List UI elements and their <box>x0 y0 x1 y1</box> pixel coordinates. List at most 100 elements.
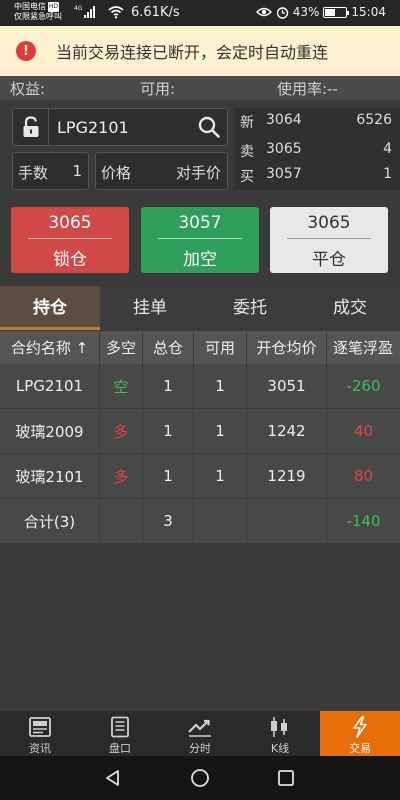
symbol-selector[interactable]: LPG2101 <box>12 108 228 146</box>
header-float-pnl[interactable]: 逐笔浮盈 <box>327 331 400 364</box>
status-bar: 中国电信 HD 仅限紧急呼叫 4G 6.61K/s 43% 15:04 <box>0 0 400 26</box>
news-icon <box>29 717 51 737</box>
table-row[interactable]: 玻璃2009 多 1 1 1242 40 <box>0 409 400 454</box>
button-label: 锁仓 <box>53 250 87 270</box>
alert-message: 当前交易连接已断开，会定时自动重连 <box>56 43 329 62</box>
battery-icon <box>323 6 350 18</box>
alarm-icon <box>276 6 288 19</box>
float-pnl: 40 <box>353 422 374 440</box>
quantity-label: 手数 <box>18 164 49 182</box>
total-qty: 1 <box>143 409 194 453</box>
nav-kline[interactable]: K线 <box>240 711 320 756</box>
header-contract-name[interactable]: 合约名称 ↑ <box>0 331 100 364</box>
available-qty: 1 <box>194 454 247 498</box>
wifi-icon <box>108 6 124 19</box>
button-price: 3057 <box>178 213 222 233</box>
quantity-value[interactable]: 1 <box>72 162 82 180</box>
total-qty-sum: 3 <box>143 499 194 543</box>
last-price-row: 新 3064 6526 <box>240 112 392 134</box>
system-nav-bar <box>0 756 400 800</box>
available-label: 可用: <box>140 80 176 98</box>
eye-comfort-icon <box>255 7 272 17</box>
error-icon: ! <box>16 41 36 61</box>
candlestick-icon <box>271 717 287 737</box>
unlock-icon <box>23 116 38 137</box>
total-qty: 1 <box>143 364 194 408</box>
tab-positions[interactable]: 持仓 <box>0 286 100 330</box>
signal-icon: 4G <box>74 6 96 18</box>
nav-label: 盘口 <box>109 742 131 755</box>
tab-orders[interactable]: 委托 <box>200 286 300 330</box>
contract-name: LPG2101 <box>0 364 100 408</box>
recents-icon[interactable] <box>277 769 295 787</box>
bottom-nav: 资讯 盘口 分时 K线 交易 <box>0 711 400 756</box>
price-type-value[interactable]: 对手价 <box>176 162 221 183</box>
nav-news[interactable]: 资讯 <box>0 711 80 756</box>
quote-label: 买 <box>240 169 254 185</box>
lightning-icon <box>353 716 367 738</box>
usage-rate-label: 使用率:-- <box>277 80 338 98</box>
close-position-button[interactable]: 3065 平仓 <box>270 207 388 273</box>
button-label: 平仓 <box>312 250 346 270</box>
nav-order-book[interactable]: 盘口 <box>80 711 160 756</box>
emergency-only-text: 仅限紧急呼叫 <box>14 12 62 21</box>
quote-volume: 1 <box>383 166 392 182</box>
nav-trade[interactable]: 交易 <box>320 711 400 756</box>
button-label: 加空 <box>183 250 217 270</box>
table-row[interactable]: 玻璃2101 多 1 1 1219 80 <box>0 454 400 499</box>
disconnect-alert[interactable]: ! 当前交易连接已断开，会定时自动重连 <box>0 26 400 76</box>
header-avg-price[interactable]: 开仓均价 <box>247 331 327 364</box>
header-total[interactable]: 总仓 <box>143 331 194 364</box>
direction: 多 <box>100 454 143 498</box>
network-speed: 6.61K/s <box>131 5 180 20</box>
quote-panel: 新 3064 6526 卖 3065 4 买 3057 1 <box>234 108 400 190</box>
quote-price: 3064 <box>266 112 302 128</box>
header-available[interactable]: 可用 <box>194 331 247 364</box>
quote-price: 3057 <box>266 166 302 182</box>
contract-name: 玻璃2101 <box>0 454 100 498</box>
home-icon[interactable] <box>190 768 210 788</box>
clock: 15:04 <box>351 5 386 19</box>
search-button[interactable] <box>197 115 221 143</box>
float-pnl: -260 <box>346 377 381 395</box>
quantity-field[interactable]: 手数 1 <box>12 152 89 190</box>
ask-row: 卖 3065 4 <box>240 141 392 163</box>
total-label: 合计(3) <box>0 499 100 543</box>
hd-badge: HD <box>48 2 60 12</box>
total-row: 合计(3) 3 -140 <box>0 499 400 544</box>
open-short-button[interactable]: 3057 加空 <box>141 207 259 273</box>
avg-open-price: 1219 <box>247 454 327 498</box>
quote-volume: 6526 <box>356 112 392 128</box>
nav-label: 分时 <box>189 742 211 755</box>
nav-timeshare[interactable]: 分时 <box>160 711 240 756</box>
total-available-empty <box>194 499 247 543</box>
available-qty: 1 <box>194 364 247 408</box>
price-label: 价格 <box>101 164 132 182</box>
contract-name: 玻璃2009 <box>0 409 100 453</box>
total-float-pnl: -140 <box>346 512 381 530</box>
total-qty: 1 <box>143 454 194 498</box>
positions-table-header: 合约名称 ↑ 多空 总仓 可用 开仓均价 逐笔浮盈 <box>0 331 400 364</box>
table-row[interactable]: LPG2101 空 1 1 3051 -260 <box>0 364 400 409</box>
nav-label: K线 <box>270 742 290 755</box>
quote-label: 新 <box>240 115 254 131</box>
lock-position-button[interactable]: 3065 锁仓 <box>11 207 129 273</box>
button-price: 3065 <box>48 213 92 233</box>
tab-pending-orders[interactable]: 挂单 <box>100 286 200 330</box>
bid-row: 买 3057 1 <box>240 166 392 188</box>
total-avg-empty <box>247 499 327 543</box>
price-field[interactable]: 价格 对手价 <box>95 152 228 190</box>
direction: 空 <box>100 364 143 408</box>
position-tabs: 持仓 挂单 委托 成交 <box>0 286 400 330</box>
float-pnl: 80 <box>353 467 374 485</box>
symbol-code[interactable]: LPG2101 <box>57 118 129 137</box>
lock-toggle[interactable] <box>13 109 49 145</box>
equity-label: 权益: <box>10 80 46 98</box>
search-icon <box>198 116 220 138</box>
tab-trades[interactable]: 成交 <box>300 286 400 330</box>
nav-label: 交易 <box>349 742 371 755</box>
battery-percent: 43% <box>292 5 320 19</box>
header-direction[interactable]: 多空 <box>100 331 143 364</box>
available-qty: 1 <box>194 409 247 453</box>
back-icon[interactable] <box>104 769 122 787</box>
